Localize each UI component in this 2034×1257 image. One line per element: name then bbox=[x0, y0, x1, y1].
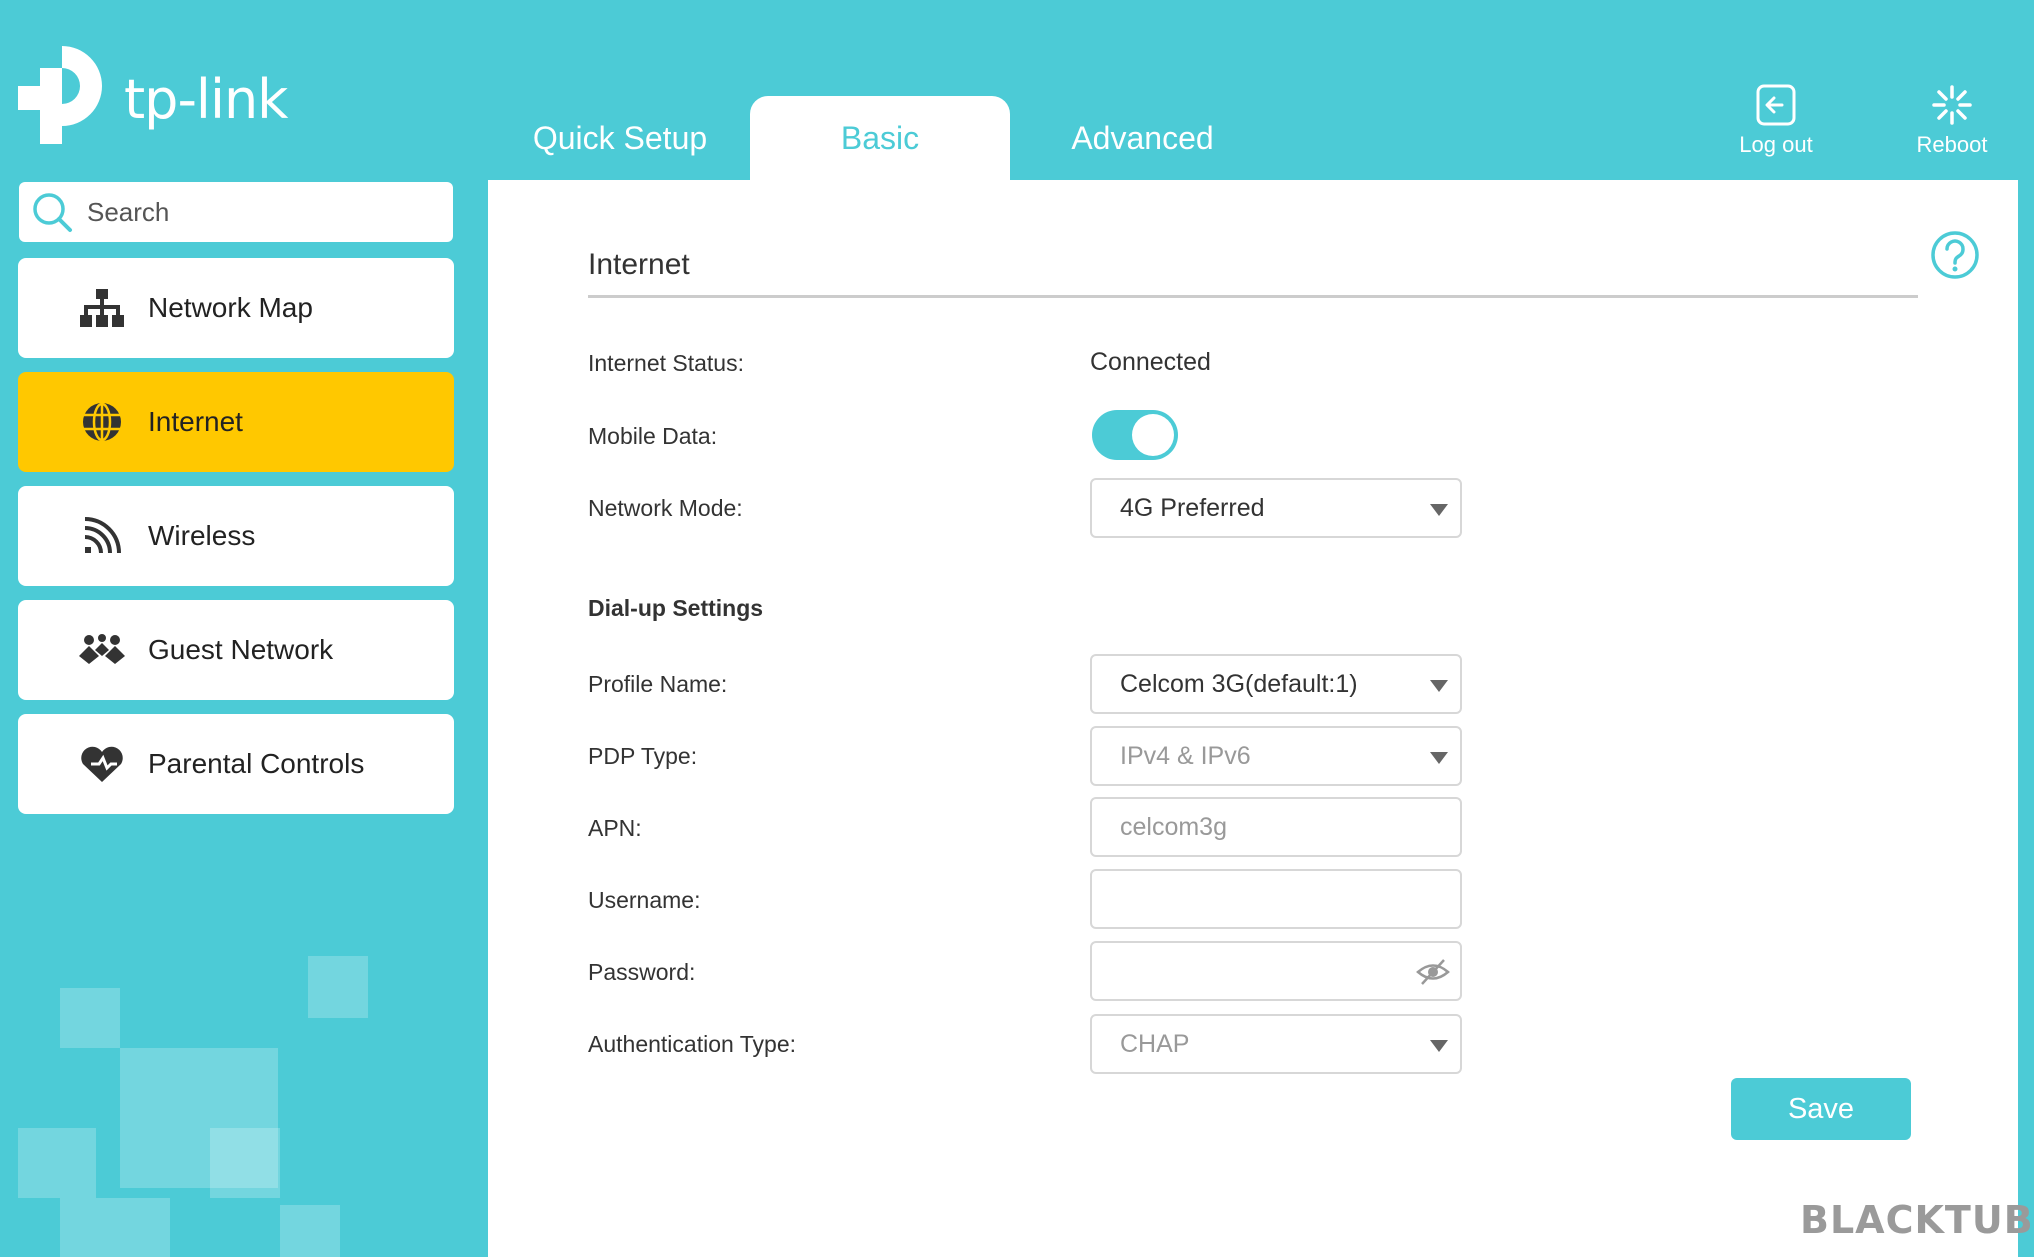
logout-label: Log out bbox=[1739, 132, 1813, 157]
sidebar-item-guest-network[interactable]: Guest Network bbox=[18, 600, 454, 700]
chevron-down-icon bbox=[1430, 504, 1448, 516]
guest-icon bbox=[70, 626, 134, 674]
logout-button[interactable]: Log out bbox=[1716, 84, 1836, 158]
decorative-square bbox=[308, 956, 368, 1018]
help-icon[interactable] bbox=[1930, 230, 1980, 280]
page-title: Internet bbox=[588, 248, 690, 281]
dialup-settings-heading: Dial-up Settings bbox=[588, 595, 764, 621]
chevron-down-icon bbox=[1430, 1040, 1448, 1052]
sidebar-item-label: Parental Controls bbox=[148, 748, 365, 779]
hide-password-icon[interactable] bbox=[1416, 957, 1450, 987]
reboot-icon bbox=[1932, 85, 1972, 125]
search-input[interactable] bbox=[87, 196, 427, 228]
decorative-square bbox=[60, 988, 120, 1048]
internet-status-value: Connected bbox=[1090, 348, 1211, 376]
pdp-type-select[interactable]: IPv4 & IPv6 bbox=[1090, 726, 1462, 786]
sidebar-item-parental-controls[interactable]: Parental Controls bbox=[18, 714, 454, 814]
username-field[interactable] bbox=[1090, 869, 1462, 929]
sidebar-item-label: Network Map bbox=[148, 292, 313, 323]
chevron-down-icon bbox=[1430, 752, 1448, 764]
tp-link-logo: tp-link bbox=[18, 44, 298, 144]
decorative-square bbox=[18, 1128, 96, 1198]
reboot-label: Reboot bbox=[1916, 132, 1988, 157]
chevron-down-icon bbox=[1430, 680, 1448, 692]
sidebar-item-internet[interactable]: Internet bbox=[18, 372, 454, 472]
password-label: Password: bbox=[588, 959, 696, 985]
network-mode-value: 4G Preferred bbox=[1120, 493, 1265, 522]
title-divider bbox=[588, 295, 1918, 298]
auth-type-value: CHAP bbox=[1120, 1029, 1190, 1058]
wireless-icon bbox=[70, 512, 134, 560]
network-mode-label: Network Mode: bbox=[588, 495, 743, 521]
tab-basic[interactable]: Basic bbox=[750, 96, 1010, 180]
auth-type-select[interactable]: CHAP bbox=[1090, 1014, 1462, 1074]
top-tabs: Quick Setup Basic Advanced bbox=[490, 96, 1275, 180]
watermark: BLACKTUBI bbox=[1800, 1198, 2034, 1242]
decorative-square bbox=[210, 1128, 280, 1198]
sidebar-item-label: Wireless bbox=[148, 520, 256, 551]
decorative-square bbox=[280, 1205, 340, 1257]
profile-name-label: Profile Name: bbox=[588, 671, 728, 697]
profile-name-value: Celcom 3G(default:1) bbox=[1120, 669, 1358, 698]
network-mode-select[interactable]: 4G Preferred bbox=[1090, 478, 1462, 538]
search-icon bbox=[33, 193, 72, 232]
network-map-icon bbox=[70, 284, 134, 332]
logo-text: tp-link bbox=[124, 68, 288, 131]
apn-field[interactable]: celcom3g bbox=[1090, 797, 1462, 857]
tab-advanced[interactable]: Advanced bbox=[1010, 96, 1275, 180]
pdp-type-label: PDP Type: bbox=[588, 743, 698, 769]
logout-icon bbox=[1756, 84, 1796, 126]
search-box[interactable] bbox=[19, 182, 453, 242]
sidebar-item-wireless[interactable]: Wireless bbox=[18, 486, 454, 586]
sidebar-item-label: Guest Network bbox=[148, 634, 334, 665]
toggle-knob bbox=[1132, 414, 1174, 456]
heart-icon bbox=[70, 740, 134, 788]
sidebar-item-network-map[interactable]: Network Map bbox=[18, 258, 454, 358]
auth-type-label: Authentication Type: bbox=[588, 1031, 796, 1057]
password-field[interactable] bbox=[1090, 941, 1462, 1001]
tab-quick-setup[interactable]: Quick Setup bbox=[490, 96, 750, 180]
mobile-data-label: Mobile Data: bbox=[588, 423, 718, 449]
decorative-square bbox=[60, 1198, 170, 1257]
pdp-type-value: IPv4 & IPv6 bbox=[1120, 741, 1251, 770]
globe-icon bbox=[70, 398, 134, 446]
profile-name-select[interactable]: Celcom 3G(default:1) bbox=[1090, 654, 1462, 714]
username-label: Username: bbox=[588, 887, 701, 913]
internet-status-label: Internet Status: bbox=[588, 350, 744, 376]
reboot-button[interactable]: Reboot bbox=[1892, 84, 2012, 158]
save-button[interactable]: Save bbox=[1731, 1078, 1911, 1140]
mobile-data-toggle[interactable] bbox=[1092, 410, 1178, 460]
tp-link-logo-mark bbox=[18, 46, 102, 144]
sidebar-item-label: Internet bbox=[148, 406, 243, 437]
apn-value: celcom3g bbox=[1120, 812, 1227, 841]
apn-label: APN: bbox=[588, 815, 642, 841]
main-panel: Internet Internet Status: Connected Mobi… bbox=[488, 180, 2018, 1257]
